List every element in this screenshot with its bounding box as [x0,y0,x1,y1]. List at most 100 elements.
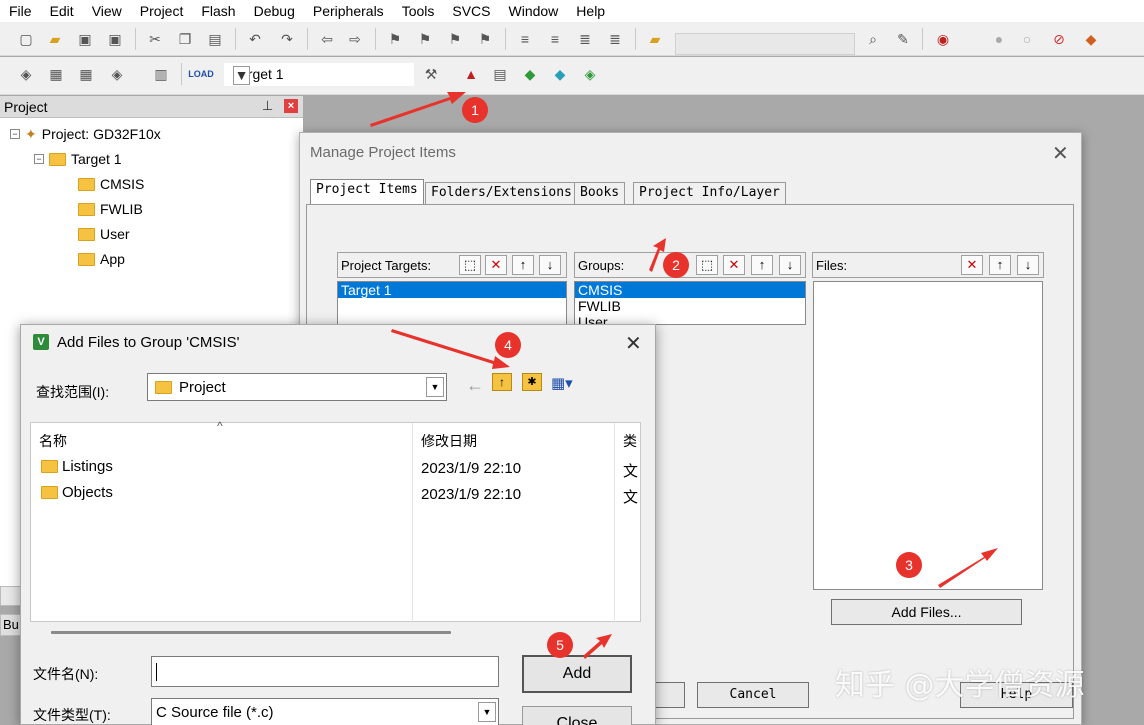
horizontal-scrollbar[interactable] [51,631,451,634]
delete-icon[interactable]: ✕ [723,255,745,275]
rebuild-icon[interactable]: ▦ [75,63,97,85]
bookmark-prev-icon[interactable]: ⚑ [414,28,436,50]
manage-rte-icon[interactable]: ◈ [579,63,601,85]
menu-svcs[interactable]: SVCS [443,0,499,22]
table-row[interactable]: Objects [41,484,113,501]
delete-icon[interactable]: ✕ [961,255,983,275]
new-icon[interactable]: ⬚ [459,255,481,275]
column-date-header[interactable]: 修改日期 [421,431,477,451]
menu-file[interactable]: File [0,0,41,22]
menu-edit[interactable]: Edit [41,0,83,22]
chevron-down-icon[interactable]: ▼ [426,377,444,397]
debug-session-icon[interactable]: ◉ [932,28,954,50]
move-down-icon[interactable]: ↓ [1017,255,1039,275]
move-down-icon[interactable]: ↓ [779,255,801,275]
delete-icon[interactable]: ✕ [485,255,507,275]
close-icon[interactable]: ✕ [625,331,642,356]
file-type-select[interactable]: C Source file (*.c) ▼ [151,698,499,725]
close-button[interactable]: Close [522,706,632,725]
cancel-button[interactable]: Cancel [697,682,809,708]
move-down-icon[interactable]: ↓ [539,255,561,275]
breakpoint-kill-icon[interactable]: ⊘ [1048,28,1070,50]
bookmark-next-icon[interactable]: ⚑ [444,28,466,50]
target-options-icon[interactable]: ⚒ [420,63,442,85]
bookmark-icon[interactable]: ⚑ [384,28,406,50]
open-file-icon[interactable]: ▰ [44,28,66,50]
move-up-icon[interactable]: ↑ [989,255,1011,275]
translate-icon[interactable]: ◈ [15,63,37,85]
collapse-icon[interactable]: − [34,154,44,164]
nav-back-icon[interactable]: ⇦ [316,28,338,50]
tree-group-cmsis[interactable]: CMSIS [78,174,144,194]
collapse-icon[interactable]: − [10,129,20,139]
close-icon[interactable]: × [284,99,298,113]
undo-icon[interactable]: ↶ [244,28,266,50]
groups-list[interactable]: CMSIS FWLIB User [574,281,806,325]
tab-project-items[interactable]: Project Items [310,179,424,205]
view-menu-icon[interactable]: ▦▾ [551,374,573,392]
tree-group-user[interactable]: User [78,224,130,244]
chevron-down-icon[interactable]: ▼ [478,702,496,722]
select-pack-icon[interactable]: ◆ [549,63,571,85]
add-files-button[interactable]: Add Files... [831,599,1022,625]
find-icon[interactable]: ⌕ [862,28,884,50]
indent-icon[interactable]: ≡ [514,28,536,50]
redo-icon[interactable]: ↷ [276,28,298,50]
load-icon[interactable]: LOAD [188,63,214,85]
batch-build-icon[interactable]: ◈ [106,63,128,85]
build-icon[interactable]: ▦ [45,63,67,85]
bookmark-clear-icon[interactable]: ⚑ [474,28,496,50]
pack-installer-icon[interactable]: ◆ [519,63,541,85]
new-folder-icon[interactable]: ✱ [522,373,542,391]
save-icon[interactable]: ▣ [74,28,96,50]
menu-peripherals[interactable]: Peripherals [304,0,393,22]
menu-tools[interactable]: Tools [393,0,444,22]
move-up-icon[interactable]: ↑ [512,255,534,275]
menu-help[interactable]: Help [567,0,614,22]
incremental-find-icon[interactable]: ✎ [892,28,914,50]
paste-icon[interactable]: ▤ [204,28,226,50]
new-file-icon[interactable]: ▢ [15,28,37,50]
chevron-down-icon[interactable]: ▼ [233,66,250,85]
menu-project[interactable]: Project [131,0,193,22]
add-button[interactable]: Add [522,655,632,693]
targets-list[interactable]: Target 1 [337,281,567,325]
target-select[interactable]: Target 1 ▼ [224,63,414,86]
menu-flash[interactable]: Flash [192,0,244,22]
list-item[interactable]: Target 1 [338,282,566,298]
menu-debug[interactable]: Debug [245,0,304,22]
uncomment-icon[interactable]: ≣ [604,28,626,50]
stop-build-icon[interactable]: ▥ [150,63,172,85]
up-folder-icon[interactable]: ↑ [492,373,512,391]
list-item[interactable]: CMSIS [575,282,805,298]
save-all-icon[interactable]: ▣ [104,28,126,50]
tab-project-info-layer[interactable]: Project Info/Layer [633,182,786,204]
new-icon[interactable]: ⬚ [696,255,718,275]
file-name-input[interactable] [151,656,499,687]
menu-window[interactable]: Window [500,0,568,22]
back-icon[interactable]: ← [466,375,484,396]
list-item[interactable]: FWLIB [575,298,805,314]
close-icon[interactable]: ✕ [1052,141,1069,166]
unindent-icon[interactable]: ≡ [544,28,566,50]
breakpoint-icon[interactable]: ● [988,28,1010,50]
tree-root[interactable]: − ✦ Project: GD32F10x [10,124,161,144]
copy-icon[interactable]: ❐ [174,28,196,50]
tree-group-fwlib[interactable]: FWLIB [78,199,143,219]
nav-forward-icon[interactable]: ⇨ [344,28,366,50]
pin-icon[interactable]: ⊥ [262,98,273,114]
manage-multi-project-icon[interactable]: ▤ [489,63,511,85]
breakpoint-disable-icon[interactable]: ○ [1016,28,1038,50]
tab-folders-extensions[interactable]: Folders/Extensions [425,182,578,204]
look-in-select[interactable]: Project ▼ [147,373,447,401]
file-list[interactable]: 名称 ^ 修改日期 类 Listings 2023/1/9 22:10 文 Ob… [30,419,641,623]
find-combo[interactable] [675,33,855,55]
column-name-header[interactable]: 名称 [39,431,67,451]
move-up-icon[interactable]: ↑ [751,255,773,275]
manage-project-items-icon[interactable]: ▲ [460,63,482,85]
tree-group-app[interactable]: App [78,249,125,269]
find-in-files-icon[interactable]: ▰ [644,28,666,50]
column-type-header[interactable]: 类 [623,431,637,451]
options-icon[interactable]: ◆ [1080,28,1102,50]
tab-books[interactable]: Books [574,182,626,204]
